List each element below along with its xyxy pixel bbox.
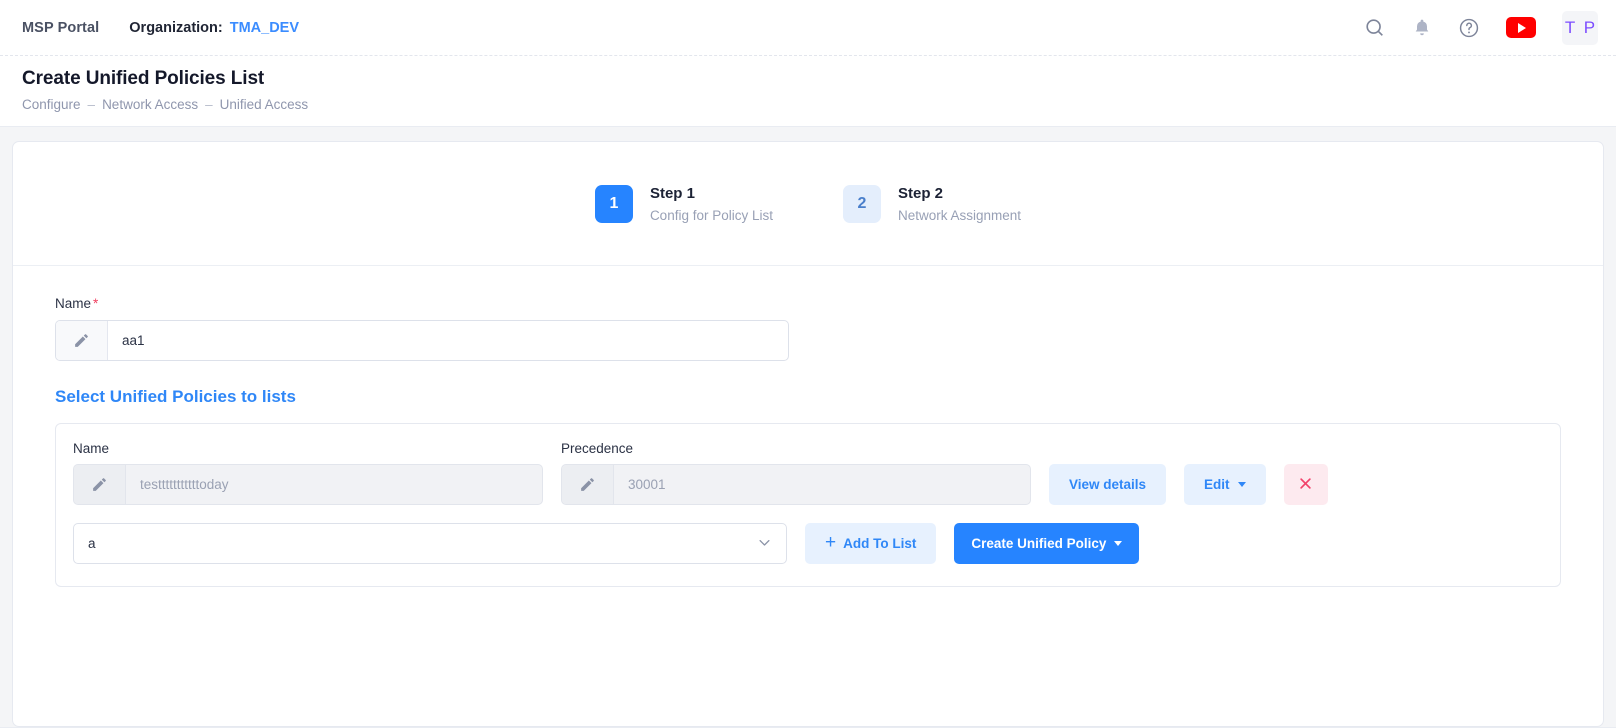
content-area: 1 Step 1 Config for Policy List 2 Step 2… xyxy=(0,127,1616,727)
policy-name-input-group[interactable]: testttttttttttoday xyxy=(73,464,543,505)
policy-row: Name testttttttttttoday Precedence xyxy=(73,441,1543,505)
step-2-title: Step 2 xyxy=(898,184,1021,204)
breadcrumb-item-unified-access[interactable]: Unified Access xyxy=(220,97,309,112)
breadcrumb-item-network-access[interactable]: Network Access xyxy=(102,97,198,112)
create-unified-policy-button[interactable]: Create Unified Policy xyxy=(954,523,1139,564)
policy-name-column-header: Name xyxy=(73,441,543,456)
name-input-group[interactable]: aa1 xyxy=(55,320,789,361)
edit-button-label: Edit xyxy=(1204,477,1230,492)
wizard-card: 1 Step 1 Config for Policy List 2 Step 2… xyxy=(12,141,1604,727)
breadcrumb-separator: – xyxy=(205,97,213,112)
step-1-title: Step 1 xyxy=(650,184,773,204)
step-1-subtitle: Config for Policy List xyxy=(650,208,773,223)
edit-dropdown-button[interactable]: Edit xyxy=(1184,464,1266,505)
step-1-badge: 1 xyxy=(595,185,633,223)
add-to-list-label: Add To List xyxy=(843,536,916,551)
view-details-button[interactable]: View details xyxy=(1049,464,1166,505)
youtube-icon[interactable] xyxy=(1506,17,1536,38)
breadcrumb-separator: – xyxy=(88,97,96,112)
top-navigation-bar: MSP Portal Organization: TMA_DEV xyxy=(0,0,1616,56)
wizard-stepper: 1 Step 1 Config for Policy List 2 Step 2… xyxy=(13,142,1603,266)
add-policy-row: a + Add To List Create Unified Policy xyxy=(73,523,1543,564)
bell-icon[interactable] xyxy=(1412,18,1432,38)
create-unified-policy-label: Create Unified Policy xyxy=(971,536,1106,551)
avatar[interactable]: T P xyxy=(1562,11,1598,45)
policy-name-column: Name testttttttttttoday xyxy=(73,441,543,505)
chevron-down-icon xyxy=(1238,482,1246,487)
pencil-icon xyxy=(74,465,126,504)
name-input[interactable]: aa1 xyxy=(108,321,788,360)
policy-precedence-column: Precedence 30001 xyxy=(561,441,1031,505)
organization-selector[interactable]: Organization: TMA_DEV xyxy=(129,20,299,36)
wizard-body: Name* aa1 Select Unified Policies to lis… xyxy=(13,266,1603,726)
policy-precedence-column-header: Precedence xyxy=(561,441,1031,456)
breadcrumb: Configure – Network Access – Unified Acc… xyxy=(22,97,1594,112)
name-field-label: Name* xyxy=(55,296,1561,311)
step-2-subtitle: Network Assignment xyxy=(898,208,1021,223)
policy-select-value: a xyxy=(88,536,757,551)
help-circle-icon[interactable] xyxy=(1458,17,1480,39)
add-to-list-button[interactable]: + Add To List xyxy=(805,523,936,564)
policy-precedence-input[interactable]: 30001 xyxy=(614,465,1030,504)
step-2-badge: 2 xyxy=(843,185,881,223)
delete-policy-button[interactable] xyxy=(1284,464,1328,505)
app-brand[interactable]: MSP Portal xyxy=(22,20,99,36)
organization-label: Organization: xyxy=(129,20,222,36)
policy-precedence-input-group[interactable]: 30001 xyxy=(561,464,1031,505)
page-title: Create Unified Policies List xyxy=(22,68,1594,90)
required-asterisk: * xyxy=(93,296,98,311)
breadcrumb-item-configure[interactable]: Configure xyxy=(22,97,81,112)
plus-icon: + xyxy=(825,533,836,552)
search-icon[interactable] xyxy=(1364,17,1386,39)
close-x-icon xyxy=(1298,476,1313,494)
stepper-step-1[interactable]: 1 Step 1 Config for Policy List xyxy=(595,184,773,222)
organization-value[interactable]: TMA_DEV xyxy=(230,20,299,36)
page-header: Create Unified Policies List Configure –… xyxy=(0,56,1616,127)
select-unified-policies-link[interactable]: Select Unified Policies to lists xyxy=(55,387,1561,407)
chevron-down-icon xyxy=(757,535,772,553)
policy-selection-panel: Name testttttttttttoday Precedence xyxy=(55,423,1561,587)
policy-name-input[interactable]: testttttttttttoday xyxy=(126,465,542,504)
topbar-icon-group: T P xyxy=(1364,11,1598,45)
stepper-step-2[interactable]: 2 Step 2 Network Assignment xyxy=(843,184,1021,222)
name-label-text: Name xyxy=(55,296,91,311)
chevron-down-icon xyxy=(1114,541,1122,546)
policy-select[interactable]: a xyxy=(73,523,787,564)
pencil-icon xyxy=(56,321,108,360)
pencil-icon xyxy=(562,465,614,504)
